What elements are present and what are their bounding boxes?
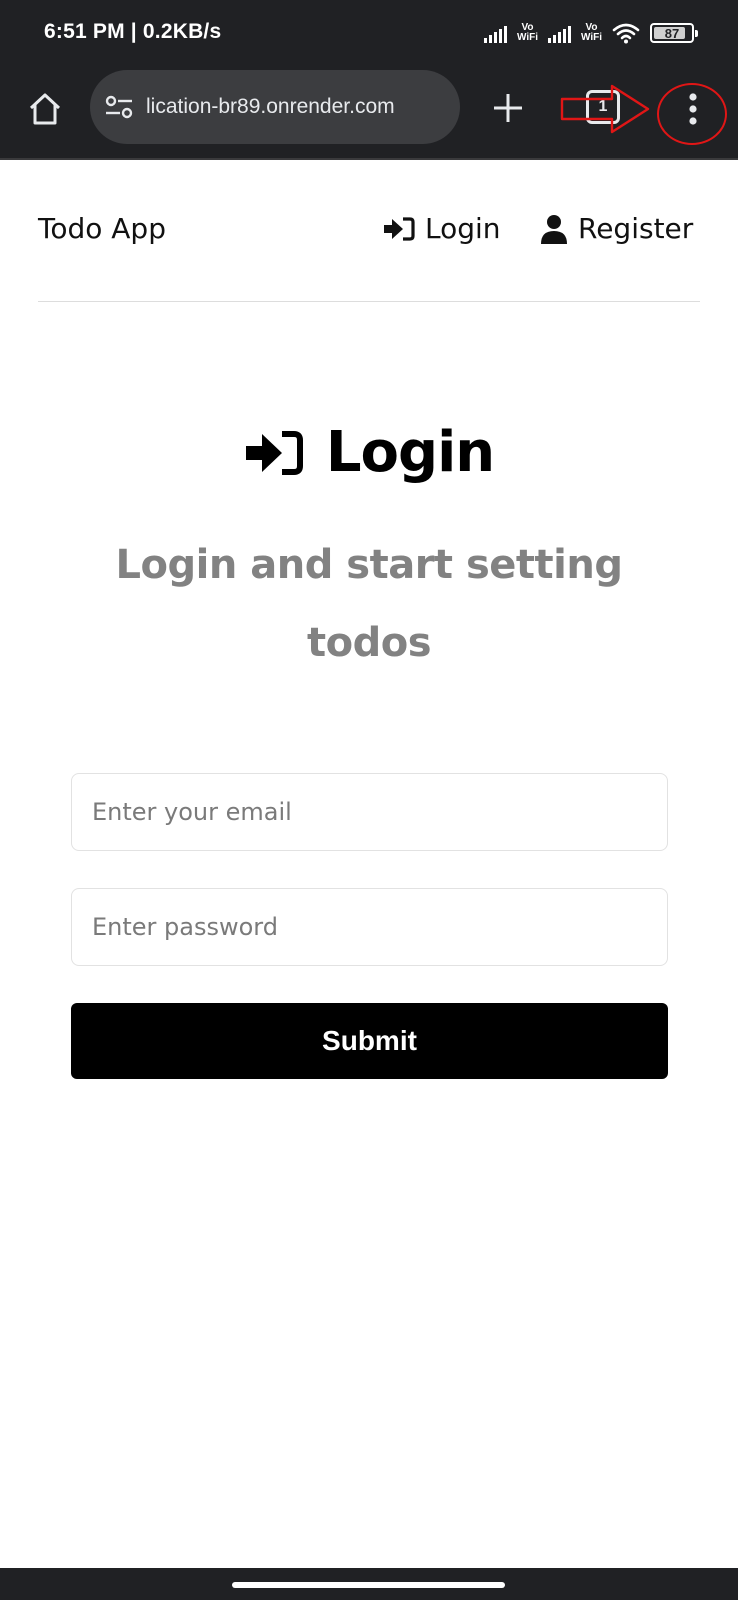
sign-in-icon bbox=[384, 216, 415, 241]
status-time: 6:51 PM | 0.2KB/s bbox=[44, 20, 222, 43]
kebab-menu-icon bbox=[689, 93, 697, 125]
user-icon bbox=[541, 214, 567, 244]
nav-login-label: Login bbox=[425, 212, 501, 245]
signal-icon bbox=[547, 23, 571, 43]
menu-button[interactable] bbox=[664, 80, 722, 138]
vowifi-icon: Vo WiFi bbox=[580, 22, 602, 43]
status-icons: Vo WiFi Vo WiFi 87 bbox=[483, 22, 698, 44]
gesture-handle[interactable] bbox=[232, 1582, 505, 1588]
battery-level: 87 bbox=[664, 25, 680, 41]
gesture-area bbox=[0, 1568, 738, 1600]
status-bar: 6:51 PM | 0.2KB/s Vo WiFi Vo WiFi 87 bbox=[0, 0, 738, 70]
email-input[interactable] bbox=[71, 773, 668, 851]
tab-switcher-button[interactable]: 1 bbox=[586, 90, 620, 124]
app-title[interactable]: Todo App bbox=[38, 212, 166, 245]
home-icon bbox=[29, 93, 61, 125]
app-nav: Todo App Login Register bbox=[38, 200, 700, 260]
tune-icon[interactable] bbox=[104, 93, 134, 121]
login-heading-text: Login bbox=[325, 420, 495, 485]
browser-toolbar: lication-br89.onrender.com 1 bbox=[0, 70, 738, 160]
nav-divider bbox=[38, 301, 700, 302]
submit-button[interactable]: Submit bbox=[71, 1003, 668, 1079]
new-tab-button[interactable] bbox=[486, 86, 530, 130]
plus-icon bbox=[494, 94, 522, 122]
wifi-icon bbox=[612, 23, 640, 44]
password-input[interactable] bbox=[71, 888, 668, 966]
login-subtitle: Login and start setting todos bbox=[115, 542, 623, 666]
battery-icon: 87 bbox=[650, 23, 698, 43]
vowifi-icon: Vo WiFi bbox=[516, 22, 538, 43]
signal-icon bbox=[483, 23, 507, 43]
sign-in-icon bbox=[245, 430, 303, 475]
url-text[interactable]: lication-br89.onrender.com bbox=[146, 95, 395, 119]
url-bar[interactable]: lication-br89.onrender.com bbox=[90, 70, 460, 144]
login-heading: Login bbox=[0, 420, 738, 485]
home-button[interactable] bbox=[22, 86, 68, 132]
nav-login-link[interactable]: Login bbox=[383, 212, 501, 245]
nav-register-label: Register bbox=[578, 212, 694, 245]
nav-register-link[interactable]: Register bbox=[540, 212, 693, 245]
